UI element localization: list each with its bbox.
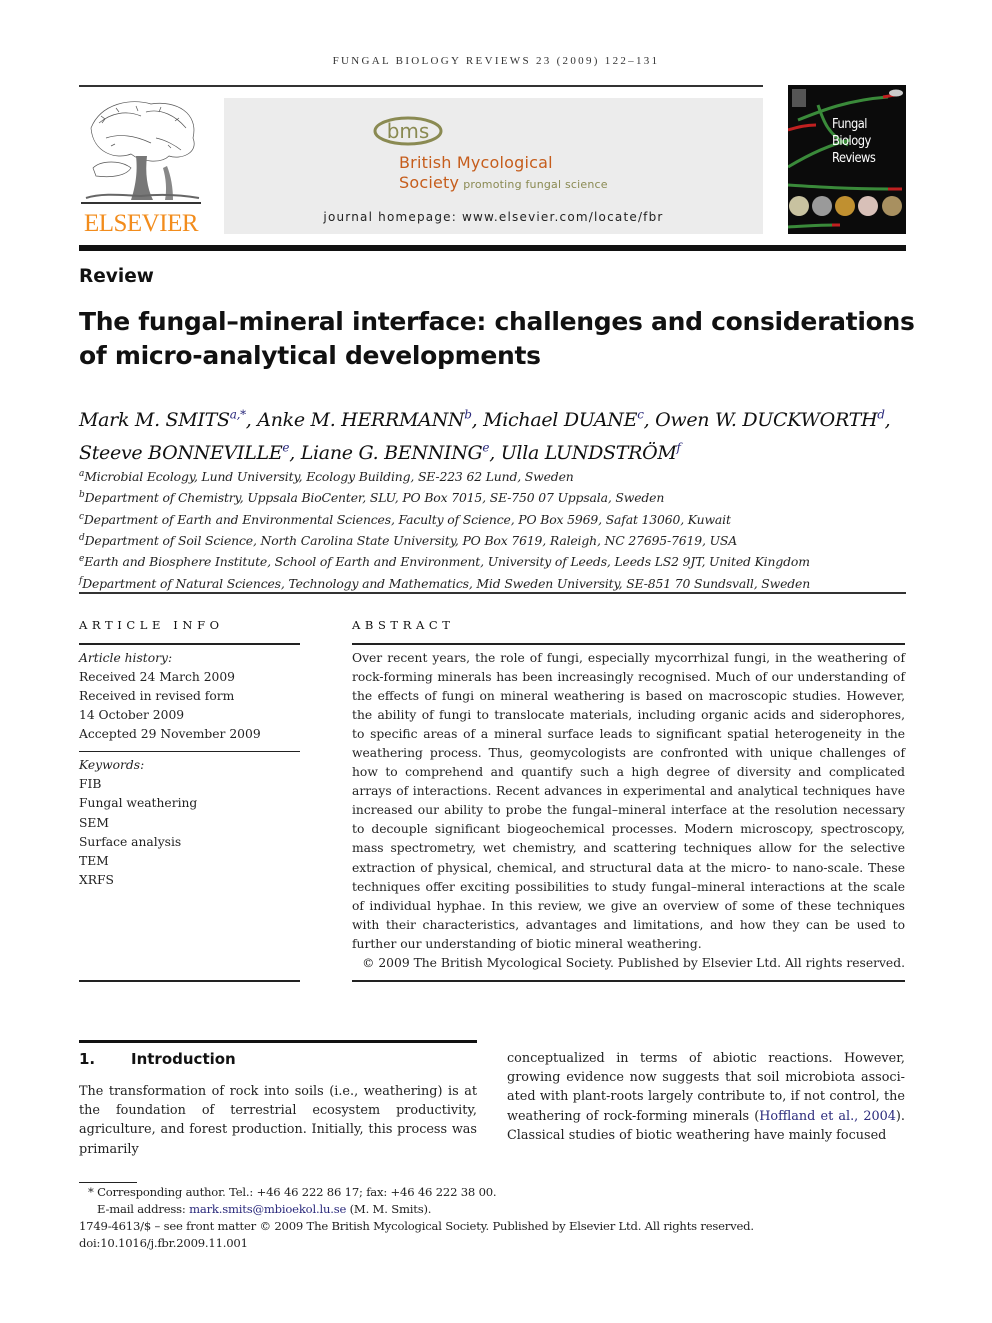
- header-bottom-rule: [79, 245, 906, 251]
- divider: [79, 643, 300, 645]
- doi[interactable]: doi:10.1016/j.fbr.2009.11.001: [79, 1235, 909, 1252]
- author-affil-link[interactable]: b: [464, 408, 472, 422]
- affiliation: dDepartment of Soil Science, North Carol…: [79, 532, 738, 549]
- history-entry: Received in revised form: [79, 688, 235, 703]
- cover-title: Fungal Biology Reviews: [832, 116, 876, 166]
- email-link[interactable]: mark.smits@mbioekol.lu.se: [189, 1202, 346, 1216]
- society-name: British Mycological Society promoting fun…: [399, 153, 608, 195]
- affiliation-list: aMicrobial Ecology, Lund University, Eco…: [79, 465, 919, 593]
- keywords: Keywords: FIB Fungal weathering SEM Surf…: [79, 756, 300, 890]
- section-title: Introduction: [131, 1050, 236, 1068]
- header-top-rule: [79, 85, 763, 87]
- affiliation: aMicrobial Ecology, Lund University, Eco…: [79, 469, 574, 485]
- author: Anke M. HERRMANNb,: [257, 408, 484, 432]
- history-entry: 14 October 2009: [79, 708, 185, 723]
- author-affil-link[interactable]: d: [877, 408, 885, 422]
- journal-cover-thumbnail[interactable]: Fungal Biology Reviews: [788, 85, 906, 234]
- footnote-rule: [79, 1182, 137, 1183]
- section-heading: 1. Introduction: [79, 1050, 477, 1068]
- footnotes: * Corresponding author. Tel.: +46 46 222…: [79, 1184, 909, 1252]
- abstract-copyright: © 2009 The British Mycological Society. …: [362, 956, 905, 970]
- author: Ulla LUNDSTRÖMf: [500, 440, 681, 464]
- front-matter-note: 1749-4613/$ – see front matter © 2009 Th…: [79, 1219, 754, 1233]
- author: Owen W. DUCKWORTHd,: [655, 408, 891, 432]
- running-head: FUNGAL BIOLOGY REVIEWS 23 (2009) 122–131: [332, 55, 660, 67]
- abstract-heading: ABSTRACT: [352, 618, 455, 632]
- divider: [79, 750, 300, 753]
- keyword: Surface analysis: [79, 834, 182, 849]
- citation-link[interactable]: Hoffland et al., 2004: [759, 1109, 896, 1124]
- article-title: The fungal–mineral interface: challenges…: [79, 307, 915, 370]
- abstract-panel: ABSTRACT Over recent years, the role of …: [352, 618, 905, 982]
- elsevier-logo[interactable]: ELSEVIER: [79, 98, 203, 238]
- society-name-line1: British Mycological: [399, 153, 553, 172]
- society-name-line2: Society: [399, 173, 460, 192]
- section-rule: [79, 1040, 477, 1043]
- elsevier-wordmark: ELSEVIER: [83, 210, 199, 237]
- keyword: Fungal weathering: [79, 796, 198, 811]
- affiliation: bDepartment of Chemistry, Uppsala BioCen…: [79, 490, 665, 506]
- author-affil-link[interactable]: f: [677, 440, 681, 454]
- history-entry: Accepted 29 November 2009: [79, 727, 261, 742]
- author-affil-link[interactable]: c: [637, 408, 644, 422]
- journal-banner: bms British Mycological Society promoting…: [224, 98, 763, 234]
- keyword: TEM: [79, 854, 109, 869]
- body-paragraph: The transformation of rock into soils (i…: [79, 1084, 477, 1157]
- author: Mark M. SMITSa,*,: [79, 408, 258, 432]
- affiliation: eEarth and Biosphere Institute, School o…: [79, 554, 810, 570]
- article-history: Article history: Received 24 March 2009 …: [79, 649, 300, 745]
- section-number: 1.: [79, 1050, 96, 1068]
- keyword: FIB: [79, 777, 102, 792]
- abstract-text: Over recent years, the role of fungi, es…: [352, 650, 905, 951]
- corresponding-author-note: * Corresponding author. Tel.: +46 46 222…: [88, 1185, 497, 1199]
- author: Liane G. BENNINGe,: [300, 440, 501, 464]
- bms-logo-text: bms: [387, 119, 430, 143]
- divider: [352, 980, 905, 982]
- author: Steeve BONNEVILLEe,: [79, 440, 301, 464]
- history-label: Article history:: [79, 650, 173, 665]
- divider: [79, 980, 300, 982]
- keyword: XRFS: [79, 873, 114, 888]
- article-info-panel: ARTICLE INFO Article history: Received 2…: [79, 618, 300, 982]
- affiliation: fDepartment of Natural Sciences, Technol…: [79, 575, 811, 591]
- author: Michael DUANEc,: [483, 408, 656, 432]
- article-info-heading: ARTICLE INFO: [79, 618, 224, 632]
- intro-right-column: conceptualized in terms of abiotic react…: [507, 1051, 905, 1143]
- affiliations-divider: [79, 592, 906, 594]
- divider: [352, 643, 905, 645]
- author-affil-link[interactable]: e: [282, 440, 289, 454]
- affiliation: cDepartment of Earth and Environmental S…: [79, 511, 731, 527]
- author-affil-link[interactable]: e: [482, 440, 489, 454]
- keyword: SEM: [79, 815, 109, 830]
- author-affil-link[interactable]: a,*: [230, 408, 246, 422]
- article-type: Review: [79, 266, 154, 287]
- elsevier-tree-icon: [81, 101, 201, 204]
- history-entry: Received 24 March 2009: [79, 669, 236, 684]
- author-list: Mark M. SMITSa,*, Anke M. HERRMANNb, Mic…: [79, 402, 919, 467]
- society-tagline: promoting fungal science: [463, 178, 608, 191]
- intro-left-column: 1. Introduction The transformation of roc…: [79, 1040, 477, 1159]
- journal-homepage-link[interactable]: journal homepage: www.elsevier.com/locat…: [224, 210, 763, 224]
- keywords-label: Keywords:: [79, 758, 145, 773]
- bms-logo-icon: bms: [373, 116, 443, 146]
- email-note: E-mail address: mark.smits@mbioekol.lu.s…: [97, 1202, 432, 1216]
